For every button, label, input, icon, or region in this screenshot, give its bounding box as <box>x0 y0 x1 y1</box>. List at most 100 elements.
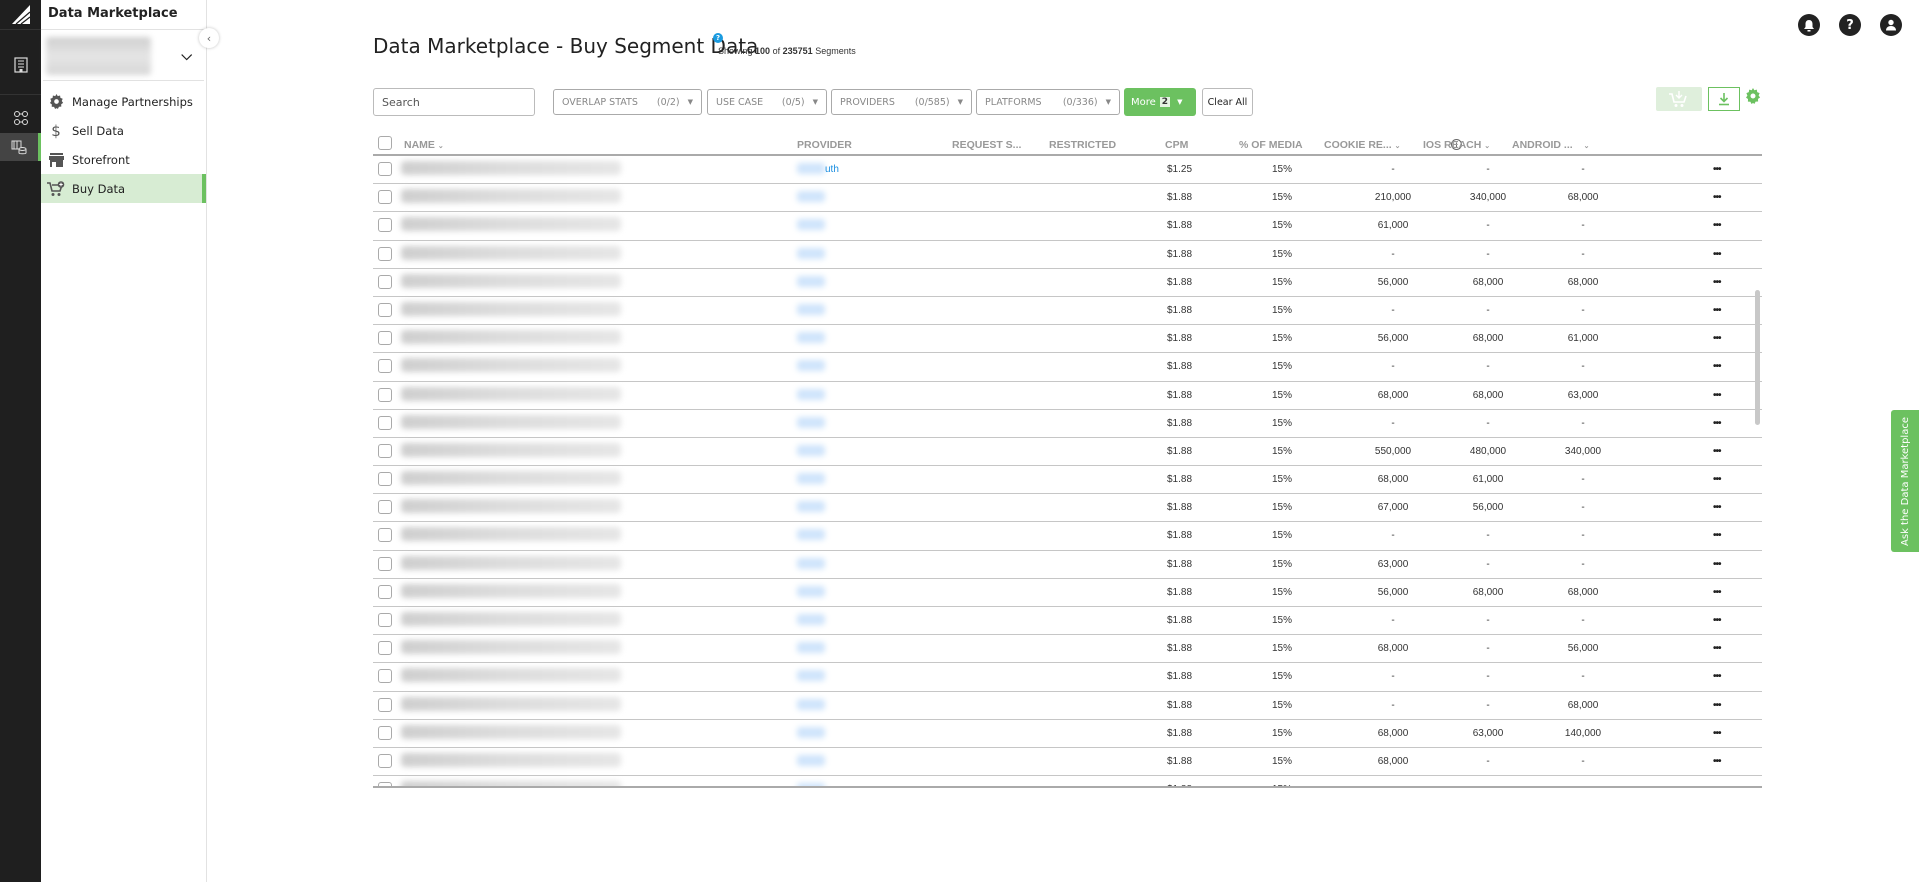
provider-name-redacted[interactable] <box>797 247 825 259</box>
table-row[interactable]: $1.88 15% 68,000 - 56,000 ••• <box>373 635 1762 664</box>
segment-name-redacted[interactable] <box>401 442 621 457</box>
filter-use-case[interactable]: USE CASE (0/5) ▼ <box>707 89 827 115</box>
download-button[interactable] <box>1708 87 1740 111</box>
provider-name-redacted[interactable] <box>797 670 825 682</box>
segment-name-redacted[interactable] <box>401 640 621 655</box>
table-row[interactable]: uth $1.25 15% - - - ••• <box>373 156 1762 185</box>
table-row[interactable]: $1.88 15% 61,000 - - ••• <box>373 212 1762 241</box>
provider-name-redacted[interactable] <box>797 698 825 710</box>
column-header-ios-reach[interactable]: IOS REACH ⌄ <box>1423 139 1490 151</box>
segment-name-redacted[interactable] <box>401 386 621 401</box>
provider-name-redacted[interactable] <box>797 275 825 287</box>
segment-name-redacted[interactable] <box>401 752 621 767</box>
row-checkbox[interactable] <box>378 613 392 627</box>
row-actions-menu-icon[interactable]: ••• <box>1713 277 1721 288</box>
help-question-icon[interactable]: ? <box>1839 14 1861 36</box>
segment-name-redacted[interactable] <box>401 245 621 260</box>
row-actions-menu-icon[interactable]: ••• <box>1713 192 1721 203</box>
row-actions-menu-icon[interactable]: ••• <box>1713 418 1721 429</box>
column-header-provider[interactable]: PROVIDER <box>797 139 852 151</box>
row-checkbox[interactable] <box>378 162 392 176</box>
sidebar-item-sell-data[interactable]: $ Sell Data <box>41 116 206 145</box>
column-header-android-reach[interactable]: ANDROID ... ⌄ <box>1512 139 1589 151</box>
row-actions-menu-icon[interactable]: ••• <box>1713 784 1721 786</box>
row-actions-menu-icon[interactable]: ••• <box>1713 164 1721 175</box>
filter-platforms[interactable]: PLATFORMS (0/336) ▼ <box>976 89 1120 115</box>
provider-name-redacted[interactable] <box>797 557 825 569</box>
rail-item-organization[interactable] <box>0 44 41 86</box>
row-actions-menu-icon[interactable]: ••• <box>1713 643 1721 654</box>
segment-name-redacted[interactable] <box>401 358 621 373</box>
segment-name-redacted[interactable] <box>401 217 621 232</box>
provider-name-redacted[interactable] <box>797 585 825 597</box>
provider-name-redacted[interactable] <box>797 163 825 174</box>
row-actions-menu-icon[interactable]: ••• <box>1713 446 1721 457</box>
row-actions-menu-icon[interactable]: ••• <box>1713 559 1721 570</box>
user-profile-icon[interactable] <box>1880 14 1902 36</box>
table-row[interactable]: $1.88 15% 68,000 - - ••• <box>373 748 1762 777</box>
table-row[interactable]: $1.88 15% - - - ••• <box>373 663 1762 692</box>
row-checkbox[interactable] <box>378 415 392 430</box>
provider-name-redacted[interactable] <box>797 783 825 786</box>
row-actions-menu-icon[interactable]: ••• <box>1713 361 1721 372</box>
row-checkbox[interactable] <box>378 190 392 205</box>
provider-name-redacted[interactable] <box>797 614 825 625</box>
provider-name-redacted[interactable] <box>797 473 825 485</box>
provider-name-redacted[interactable] <box>797 303 825 315</box>
segment-name-redacted[interactable] <box>401 161 621 175</box>
table-row[interactable]: $1.88 15% 68,000 63,000 140,000 ••• <box>373 720 1762 748</box>
table-settings-button[interactable] <box>1745 88 1761 108</box>
table-row[interactable]: $1.88 15% 63,000 - - ••• <box>373 551 1762 579</box>
sidebar-item-storefront[interactable]: Storefront <box>41 145 206 174</box>
table-row[interactable]: $1.88 15% - - - ••• <box>373 410 1762 438</box>
row-actions-menu-icon[interactable]: ••• <box>1713 390 1721 401</box>
provider-name-redacted[interactable] <box>797 754 825 766</box>
filter-providers[interactable]: PROVIDERS (0/585) ▼ <box>831 89 972 115</box>
table-row[interactable]: $1.88 15% 68,000 61,000 - ••• <box>373 466 1762 495</box>
row-actions-menu-icon[interactable]: ••• <box>1713 305 1721 316</box>
segment-name-redacted[interactable] <box>401 499 621 514</box>
more-filters-button[interactable]: More 2 ▼ <box>1124 88 1196 116</box>
row-checkbox[interactable] <box>378 218 392 233</box>
provider-name-redacted[interactable] <box>797 360 825 372</box>
row-checkbox[interactable] <box>378 697 392 712</box>
row-actions-menu-icon[interactable]: ••• <box>1713 615 1721 626</box>
search-input[interactable]: Search <box>373 88 535 116</box>
row-actions-menu-icon[interactable]: ••• <box>1713 587 1721 598</box>
table-row[interactable]: $1.88 15% - - 68,000 ••• <box>373 692 1762 720</box>
row-checkbox[interactable] <box>378 584 392 599</box>
ask-data-marketplace-tab[interactable]: Ask the Data Marketplace <box>1891 410 1919 552</box>
row-checkbox[interactable] <box>378 556 392 571</box>
row-checkbox[interactable] <box>378 443 392 458</box>
provider-name-redacted[interactable] <box>797 444 825 456</box>
row-checkbox[interactable] <box>378 274 392 289</box>
segment-name-redacted[interactable] <box>401 668 621 683</box>
clear-all-button[interactable]: Clear All <box>1202 88 1253 116</box>
sidebar-item-buy-data[interactable]: Buy Data <box>41 174 206 203</box>
row-actions-menu-icon[interactable]: ••• <box>1713 474 1721 485</box>
table-row[interactable]: $1.88 15% - - - ••• <box>373 353 1762 382</box>
segment-name-redacted[interactable] <box>401 189 621 204</box>
row-actions-menu-icon[interactable]: ••• <box>1713 530 1721 541</box>
row-checkbox[interactable] <box>378 331 392 346</box>
table-row[interactable]: $1.88 15% - - - ••• <box>373 297 1762 326</box>
table-row[interactable]: $1.88 15% 67,000 56,000 - ••• <box>373 494 1762 523</box>
help-info-icon[interactable]: ? <box>713 33 723 43</box>
provider-name-redacted[interactable] <box>797 332 825 344</box>
add-to-cart-button[interactable] <box>1656 87 1702 111</box>
collapse-sidebar-button[interactable]: ‹ <box>199 28 219 48</box>
column-header-cpm[interactable]: CPM <box>1165 139 1188 151</box>
table-row[interactable]: $1.88 15% 56,000 68,000 68,000 ••• <box>373 269 1762 297</box>
provider-name-redacted[interactable] <box>797 219 825 231</box>
column-header-name[interactable]: NAME ⌄ <box>404 139 444 151</box>
table-scrollbar[interactable] <box>1755 290 1760 425</box>
row-checkbox[interactable] <box>378 528 392 543</box>
segment-name-redacted[interactable] <box>401 781 621 786</box>
table-row[interactable]: $1.88 15% 210,000 340,000 68,000 ••• <box>373 184 1762 213</box>
table-row[interactable]: $1.88 15% - - - ••• <box>373 607 1762 636</box>
table-row[interactable]: $1.88 15% - - - ••• <box>373 522 1762 551</box>
column-header-request-status[interactable]: REQUEST S... <box>952 139 1021 151</box>
row-checkbox[interactable] <box>378 669 392 684</box>
column-header-cookie-reach[interactable]: COOKIE RE... ⌄ <box>1324 139 1400 151</box>
row-checkbox[interactable] <box>378 725 392 740</box>
